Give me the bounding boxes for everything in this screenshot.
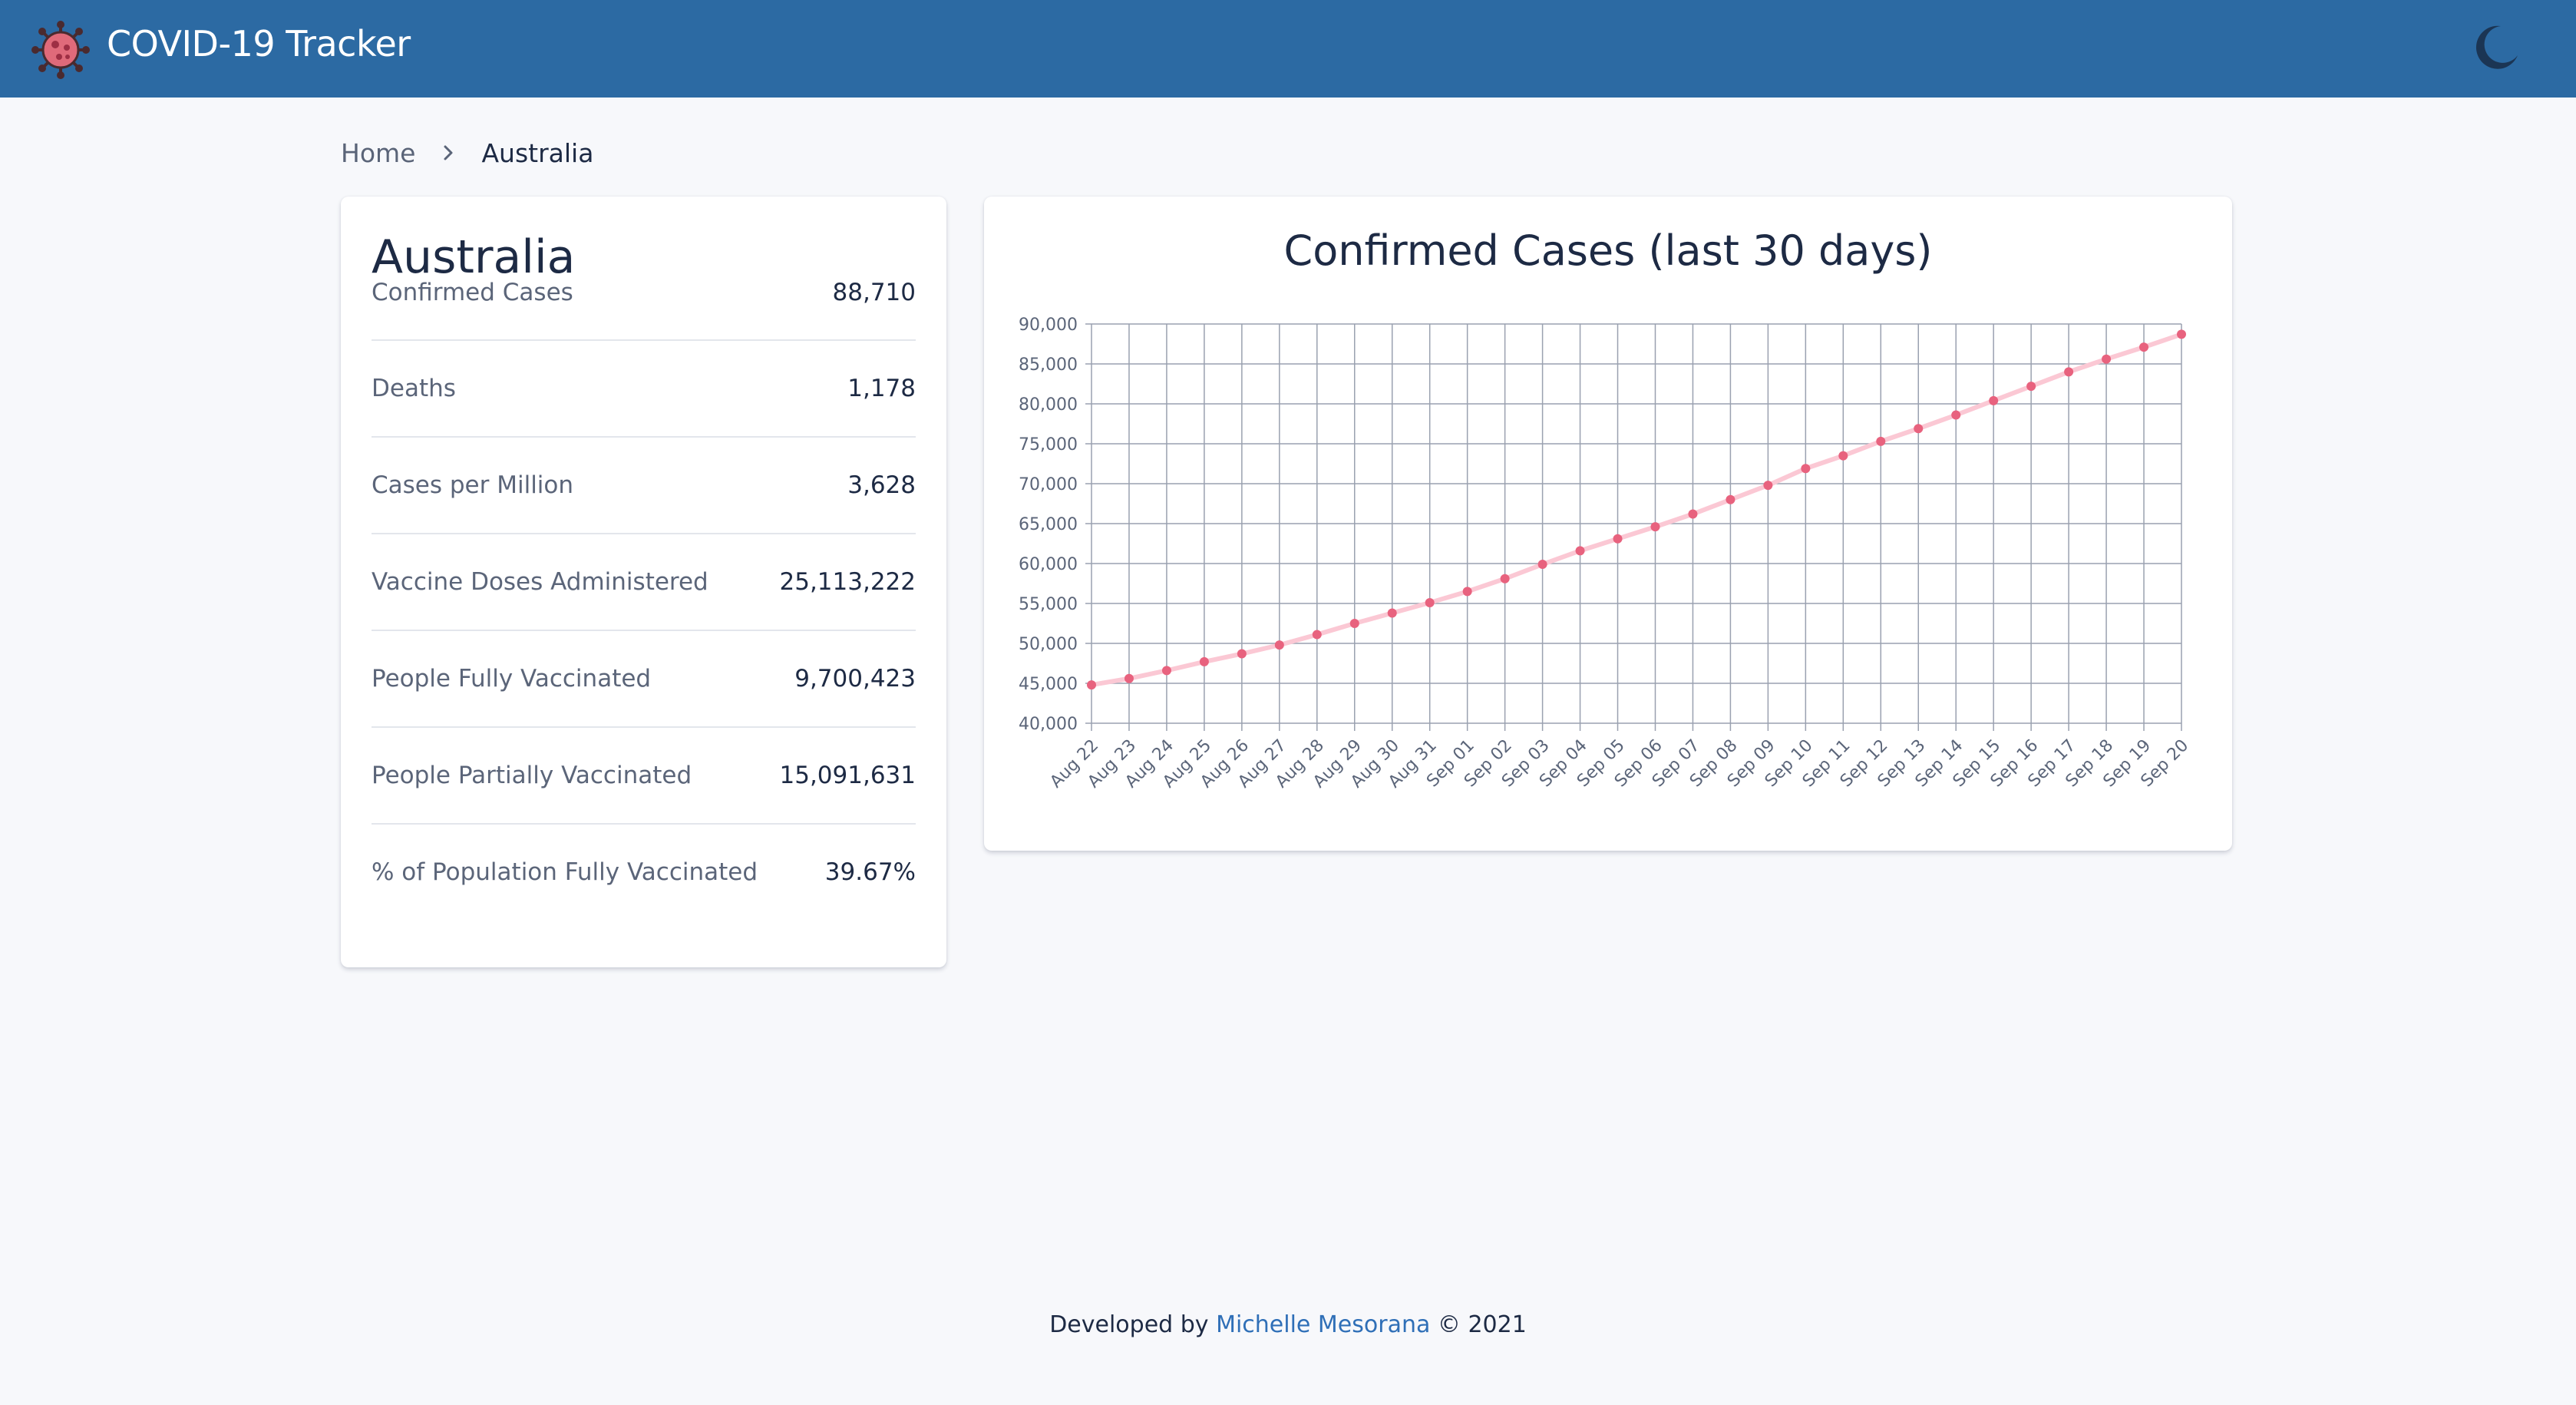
data-point [1914,424,1924,434]
y-tick-label: 40,000 [1019,715,1078,734]
stat-value: 1,178 [847,375,916,402]
stat-label: Vaccine Doses Administered [372,568,708,596]
stat-value: 9,700,423 [794,665,916,693]
y-tick-label: 75,000 [1019,435,1078,455]
chart-title: Confirmed Cases (last 30 days) [1284,226,1933,275]
data-point [1274,640,1284,650]
stat-row-partially-vaccinated: People Partially Vaccinated 15,091,631 [372,726,916,823]
stat-label: Deaths [372,375,456,402]
y-tick-label: 60,000 [1019,555,1078,574]
data-point [1500,574,1510,583]
stat-label: Confirmed Cases [372,279,573,306]
data-point [1726,494,1735,504]
data-point [1387,608,1397,618]
data-point [1425,597,1435,607]
data-point [2177,329,2186,339]
data-point [1237,649,1247,659]
stat-label: People Fully Vaccinated [372,665,652,693]
moon-icon[interactable] [2470,21,2522,74]
y-tick-label: 45,000 [1019,675,1078,694]
stat-row-fully-vaccinated: People Fully Vaccinated 9,700,423 [372,630,916,726]
data-point [1199,656,1209,666]
breadcrumb: Home Australia [341,135,593,170]
stat-value: 3,628 [847,471,916,499]
data-point [2102,354,2112,364]
data-point [1650,522,1660,532]
data-point [1951,410,1961,420]
y-tick-label: 90,000 [1019,316,1078,335]
app-header: COVID-19 Tracker [0,0,2576,98]
data-point [1989,395,1999,405]
stat-value: 88,710 [832,279,916,306]
data-point [1838,451,1848,461]
stat-label: % of Population Fully Vaccinated [372,858,758,886]
y-tick-label: 55,000 [1019,595,1078,614]
footer-copyright: © 2021 [1437,1311,1527,1338]
data-point [1161,666,1171,676]
stat-label: People Partially Vaccinated [372,762,692,789]
stat-row-percent-fully-vaccinated: % of Population Fully Vaccinated 39.67% [372,823,916,920]
stat-value: 15,091,631 [779,762,916,789]
stat-row-vaccine-doses: Vaccine Doses Administered 25,113,222 [372,533,916,630]
author-link[interactable]: Michelle Mesorana [1216,1311,1430,1338]
data-point [1763,481,1773,491]
stat-row-deaths: Deaths 1,178 [372,339,916,436]
y-tick-label: 80,000 [1019,395,1078,415]
breadcrumb-home-link[interactable]: Home [341,138,415,168]
data-point [1462,587,1472,597]
data-point [1087,680,1096,690]
data-point [1575,546,1585,556]
y-tick-label: 50,000 [1019,635,1078,654]
data-point [2064,367,2074,377]
data-point [1876,436,1886,446]
chevron-right-icon [444,145,453,160]
y-tick-label: 70,000 [1019,475,1078,494]
data-point [2026,382,2036,392]
y-tick-label: 65,000 [1019,515,1078,534]
data-point [1801,464,1811,474]
footer-prefix: Developed by [1049,1311,1209,1338]
data-point [1124,673,1134,683]
stats-list: Confirmed Cases 88,710 Deaths 1,178 Case… [372,279,916,920]
series-line [1089,332,2184,688]
footer: Developed by Michelle Mesorana © 2021 [0,1311,2576,1338]
data-point [1688,509,1698,519]
data-point [1312,630,1322,640]
y-tick-label: 85,000 [1019,355,1078,375]
app-title[interactable]: COVID-19 Tracker [107,23,411,64]
data-point [1349,619,1359,628]
data-point [1537,560,1547,570]
breadcrumb-current: Australia [481,137,594,168]
stat-value: 39.67% [824,858,916,886]
stat-row-cases-per-million: Cases per Million 3,628 [372,436,916,533]
data-point [1613,534,1623,544]
virus-icon[interactable] [31,20,91,80]
confirmed-cases-chart-card: Confirmed Cases (last 30 days) 90,000 85,… [984,197,2232,851]
stat-label: Cases per Million [372,471,574,499]
country-stats-card: Australia Confirmed Cases 88,710 Deaths … [341,197,946,967]
stat-value: 25,113,222 [779,568,916,596]
stat-row-confirmed-cases: Confirmed Cases 88,710 [372,246,916,339]
confirmed-cases-chart: Confirmed Cases (last 30 days) 90,000 85,… [1019,226,2192,792]
data-point [2139,342,2149,352]
